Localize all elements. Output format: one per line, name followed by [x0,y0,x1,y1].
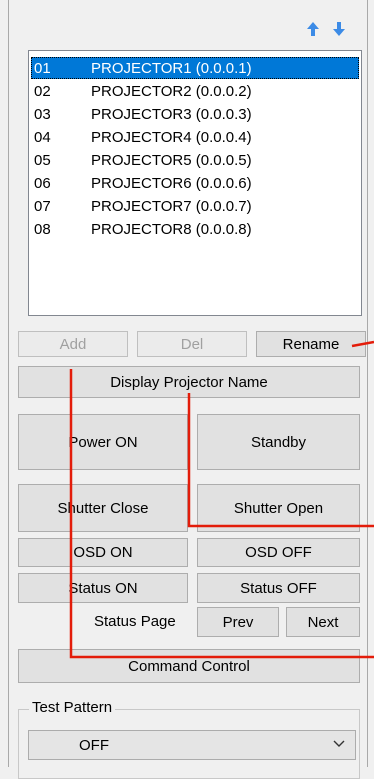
add-button[interactable]: Add [18,331,128,357]
test-pattern-value: OFF [79,736,109,754]
status-on-button[interactable]: Status ON [18,573,188,603]
list-item[interactable]: 04 PROJECTOR4 (0.0.0.4) [31,126,359,148]
power-on-button[interactable]: Power ON [18,414,188,470]
list-item-number: 08 [34,220,51,238]
next-button[interactable]: Next [286,607,360,637]
chevron-down-icon [333,740,345,747]
list-item[interactable]: 01 PROJECTOR1 (0.0.0.1) [31,57,359,79]
list-item-number: 04 [34,128,51,146]
list-item-number: 03 [34,105,51,123]
list-item-number: 06 [34,174,51,192]
list-item-number: 07 [34,197,51,215]
del-button[interactable]: Del [137,331,247,357]
list-item-name: PROJECTOR3 (0.0.0.3) [91,105,252,123]
list-item-name: PROJECTOR4 (0.0.0.4) [91,128,252,146]
test-pattern-select[interactable]: OFF [28,730,356,760]
standby-button[interactable]: Standby [197,414,360,470]
status-off-button[interactable]: Status OFF [197,573,360,603]
osd-off-button[interactable]: OSD OFF [197,538,360,567]
list-item-name: PROJECTOR8 (0.0.0.8) [91,220,252,238]
list-item[interactable]: 08 PROJECTOR8 (0.0.0.8) [31,218,359,240]
test-pattern-label: Test Pattern [29,699,116,716]
shutter-close-button[interactable]: Shutter Close [18,484,188,532]
shutter-open-button[interactable]: Shutter Open [197,484,360,532]
list-item[interactable]: 07 PROJECTOR7 (0.0.0.7) [31,195,359,217]
move-down-icon[interactable] [333,22,345,36]
list-item-number: 05 [34,151,51,169]
list-item[interactable]: 02 PROJECTOR2 (0.0.0.2) [31,80,359,102]
list-item[interactable]: 05 PROJECTOR5 (0.0.0.5) [31,149,359,171]
list-item-name: PROJECTOR7 (0.0.0.7) [91,197,252,215]
list-item[interactable]: 06 PROJECTOR6 (0.0.0.6) [31,172,359,194]
list-item-number: 02 [34,82,51,100]
rename-button[interactable]: Rename [256,331,366,357]
osd-on-button[interactable]: OSD ON [18,538,188,567]
list-item-name: PROJECTOR2 (0.0.0.2) [91,82,252,100]
list-item-name: PROJECTOR5 (0.0.0.5) [91,151,252,169]
list-item[interactable]: 03 PROJECTOR3 (0.0.0.3) [31,103,359,125]
status-page-label: Status Page [94,613,176,630]
prev-button[interactable]: Prev [197,607,279,637]
projector-list[interactable]: 01 PROJECTOR1 (0.0.0.1) 02 PROJECTOR2 (0… [28,50,362,316]
command-control-button[interactable]: Command Control [18,649,360,683]
list-item-name: PROJECTOR6 (0.0.0.6) [91,174,252,192]
display-projector-name-button[interactable]: Display Projector Name [18,366,360,398]
list-item-name: PROJECTOR1 (0.0.0.1) [91,59,252,77]
list-item-number: 01 [34,59,51,77]
move-up-icon[interactable] [307,22,319,36]
